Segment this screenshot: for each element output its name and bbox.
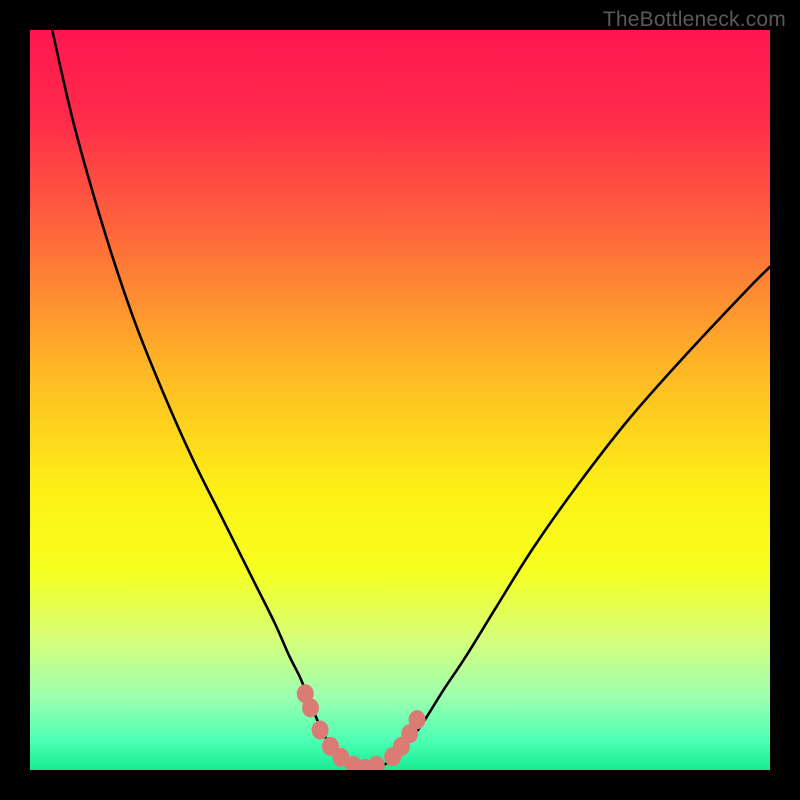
curve-right-branch xyxy=(370,267,770,770)
curve-left-branch xyxy=(52,30,370,770)
watermark-text: TheBottleneck.com xyxy=(603,8,786,32)
plot-area xyxy=(30,30,770,770)
marker-dot xyxy=(302,698,319,717)
curves-layer xyxy=(30,30,770,770)
marker-dot xyxy=(368,756,385,770)
marker-dot xyxy=(312,721,329,740)
marker-dot xyxy=(409,710,426,729)
highlight-markers xyxy=(297,684,426,770)
